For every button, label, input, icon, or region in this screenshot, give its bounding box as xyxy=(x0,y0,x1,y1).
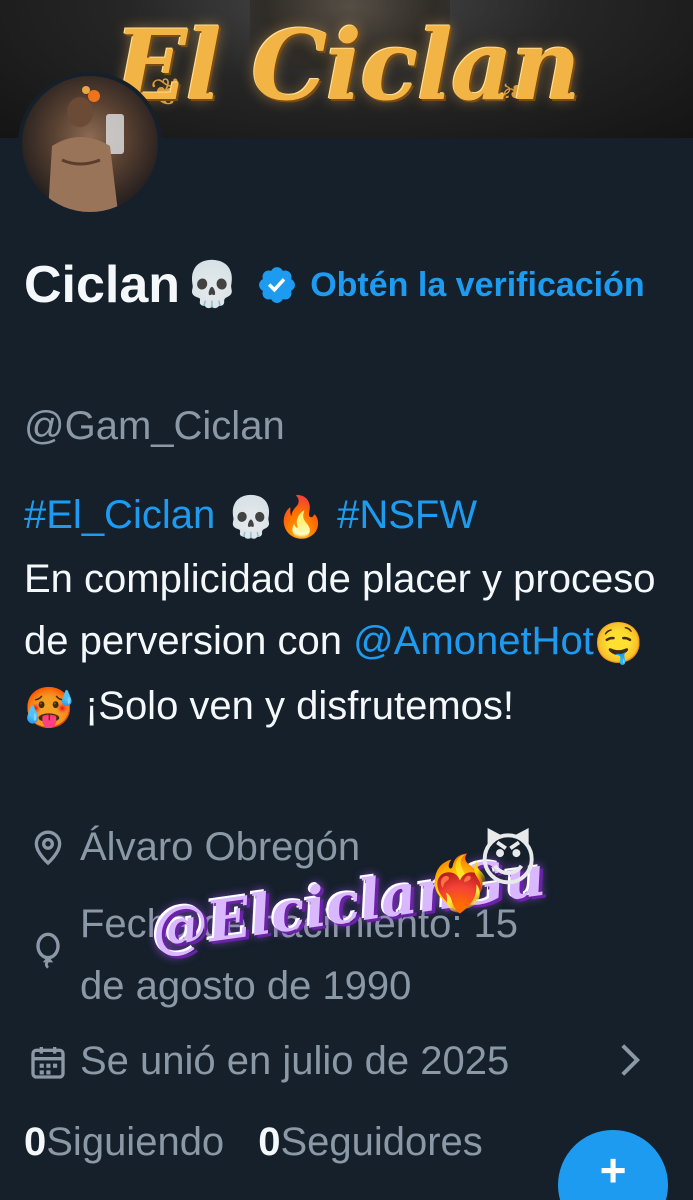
bio-text-line2: ¡Solo ven y disfrutemos! xyxy=(84,683,514,728)
profile-handle: @Gam_Ciclan xyxy=(24,404,285,448)
followers-label: Seguidores xyxy=(280,1120,483,1164)
followers-count: 0 xyxy=(258,1120,281,1164)
avatar-photo xyxy=(48,86,124,212)
profile-bio: #El_Ciclan 💀🔥 #NSFW En complicidad de pl… xyxy=(24,484,684,739)
verified-badge-icon[interactable] xyxy=(256,264,298,306)
smiling-devil-emoji: 😈 xyxy=(478,826,539,894)
display-name: Ciclan xyxy=(24,256,181,314)
mention-amonethot[interactable]: @AmonetHot xyxy=(353,619,594,663)
hashtag-nsfw[interactable]: #NSFW xyxy=(337,493,477,537)
bio-emoji-skull-fire: 💀🔥 xyxy=(226,494,326,541)
birthday-text-line2: de agosto de 1990 xyxy=(80,964,412,1008)
following-label: Siguiendo xyxy=(46,1120,225,1164)
calendar-icon xyxy=(31,1047,65,1079)
plus-icon: + xyxy=(599,1144,627,1196)
compose-fab-button[interactable]: + xyxy=(558,1130,668,1200)
avatar[interactable] xyxy=(18,72,162,216)
following-count: 0 xyxy=(24,1120,47,1164)
location-text: Álvaro Obregón xyxy=(80,825,361,869)
follow-counts: 0Siguiendo 0Seguidores xyxy=(24,1114,517,1170)
location-pin-icon xyxy=(34,830,62,866)
profile-name-row: Ciclan 💀 Obtén la verificación xyxy=(24,252,674,318)
following-link[interactable]: 0Siguiendo xyxy=(24,1120,258,1164)
get-verified-link[interactable]: Obtén la verificación xyxy=(310,266,644,304)
balloon-icon xyxy=(36,932,60,969)
chevron-right-icon[interactable] xyxy=(619,1042,641,1078)
skull-emoji: 💀 xyxy=(184,259,240,310)
joined-text: Se unió en julio de 2025 xyxy=(80,1039,510,1083)
followers-link[interactable]: 0Seguidores xyxy=(258,1120,517,1164)
hashtag-el-ciclan[interactable]: #El_Ciclan xyxy=(24,493,215,537)
